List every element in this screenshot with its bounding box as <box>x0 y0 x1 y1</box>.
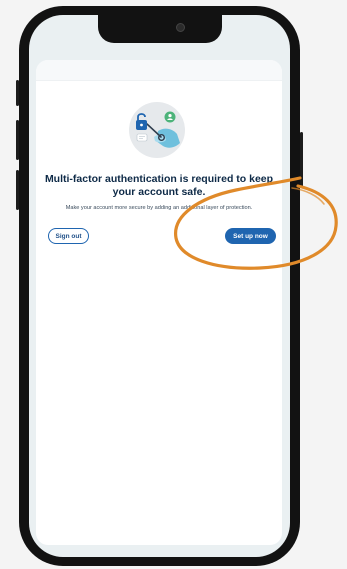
phone-screen: Multi-factor authentication is required … <box>29 15 290 557</box>
page-title: Multi-factor authentication is required … <box>44 173 274 198</box>
volume-down-button <box>16 170 19 210</box>
lock-key-hand-illustration <box>128 101 186 159</box>
card-header-bar <box>36 60 282 81</box>
phone-frame: Multi-factor authentication is required … <box>16 6 303 566</box>
set-up-now-button[interactable]: Set up now <box>225 228 276 244</box>
phone-notch <box>97 15 222 43</box>
sign-out-button[interactable]: Sign out <box>48 228 89 244</box>
front-camera <box>175 23 185 32</box>
mfa-card: Multi-factor authentication is required … <box>36 60 282 545</box>
page-subtitle: Make your account more secure by adding … <box>65 205 253 211</box>
volume-up-button <box>16 120 19 160</box>
power-button <box>300 132 303 188</box>
mute-switch <box>16 80 19 106</box>
